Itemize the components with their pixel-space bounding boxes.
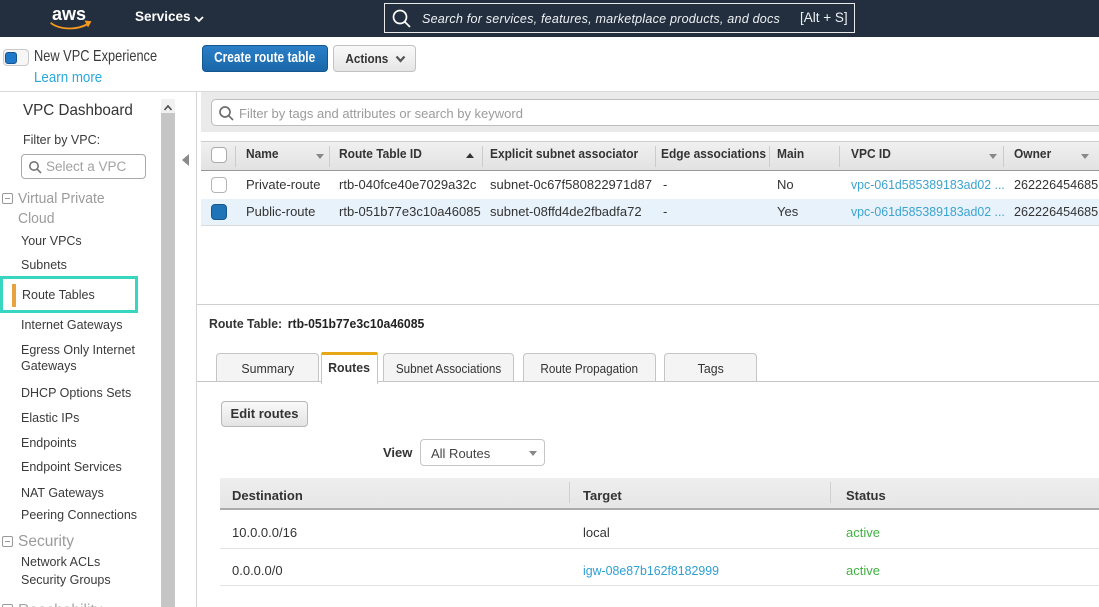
svg-text:aws: aws <box>52 4 86 24</box>
